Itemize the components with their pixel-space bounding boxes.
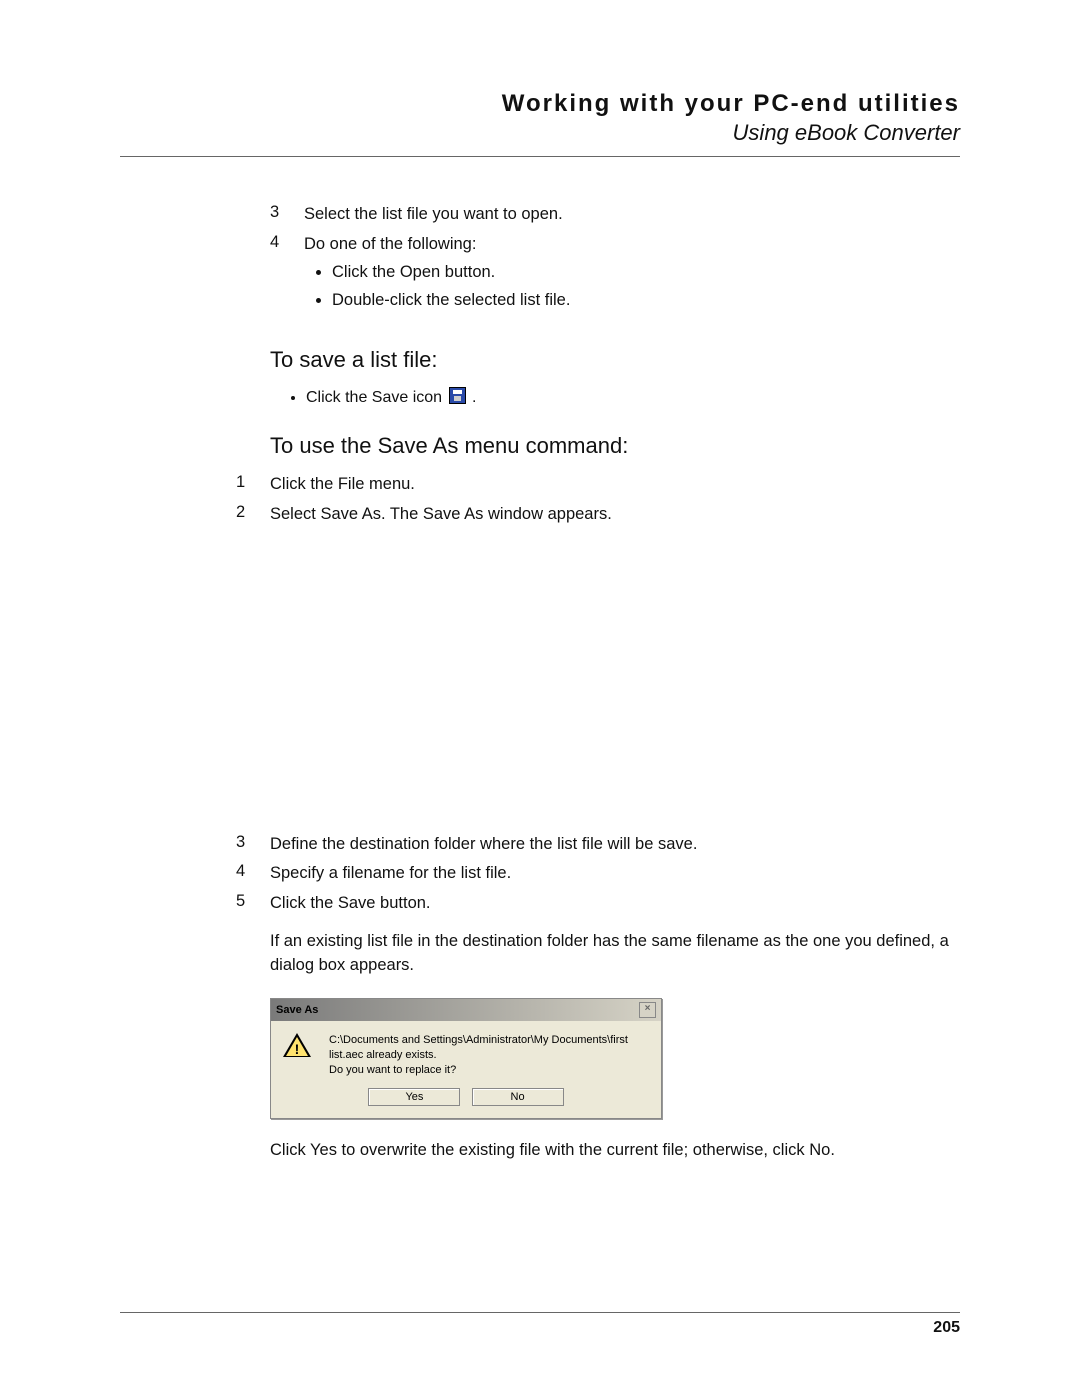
step-number: 2	[236, 503, 270, 533]
bullet-item: Double-click the selected list file.	[332, 289, 960, 317]
warning-icon: !	[283, 1033, 329, 1078]
step-number: 5	[236, 892, 270, 922]
paragraph-after-step5: If an existing list file in the destinat…	[270, 930, 960, 978]
figure-placeholder-gap	[270, 533, 960, 833]
page-header: Working with your PC-end utilities Using…	[120, 90, 960, 157]
numbered-list-c: 3 Define the destination folder where th…	[236, 833, 926, 923]
bullet-item: Click the Open button.	[332, 261, 960, 289]
step-text: Click the Save button.	[270, 892, 926, 922]
dialog-message-line1: C:\Documents and Settings\Administrator\…	[329, 1033, 649, 1063]
step-text: Select Save As. The Save As window appea…	[270, 503, 926, 533]
numbered-list-a: 3 Select the list file you want to open.…	[270, 203, 960, 325]
step-number: 3	[270, 203, 304, 233]
paragraph-after-dialog: Click Yes to overwrite the existing file…	[270, 1139, 960, 1163]
step-text: Specify a filename for the list file.	[270, 862, 926, 892]
save-bullets: Click the Save icon .	[278, 387, 960, 411]
save-bullet-pre: Click the Save icon	[306, 389, 447, 406]
bullet-item: Click the Save icon .	[306, 387, 960, 411]
step-number: 3	[236, 833, 270, 863]
page-footer: 205	[120, 1312, 960, 1337]
header-subtitle: Using eBook Converter	[120, 120, 960, 146]
dialog-titlebar: Save As ×	[271, 999, 661, 1021]
section-heading-save: To save a list file:	[270, 347, 960, 373]
close-icon[interactable]: ×	[639, 1002, 656, 1018]
dialog-message: C:\Documents and Settings\Administrator\…	[329, 1033, 649, 1078]
step-number: 1	[236, 473, 270, 503]
saveas-dialog: Save As × ! C:\Documents and Settings\Ad…	[270, 998, 662, 1119]
step-text-inner: Do one of the following:	[304, 235, 476, 253]
yes-button[interactable]: Yes	[368, 1088, 460, 1106]
no-button[interactable]: No	[472, 1088, 564, 1106]
save-bullet-post: .	[472, 389, 476, 406]
step-text: Do one of the following: Click the Open …	[304, 233, 960, 325]
step-number: 4	[270, 233, 304, 325]
dialog-message-line2: Do you want to replace it?	[329, 1063, 649, 1078]
step-text: Define the destination folder where the …	[270, 833, 926, 863]
step-text: Select the list file you want to open.	[304, 203, 960, 233]
page-number: 205	[933, 1319, 960, 1336]
step-number: 4	[236, 862, 270, 892]
numbered-list-b: 1 Click the File menu. 2 Select Save As.…	[236, 473, 926, 533]
step-text: Click the File menu.	[270, 473, 926, 503]
save-icon	[449, 387, 466, 404]
dialog-title-text: Save As	[276, 1004, 318, 1016]
sub-bullets: Click the Open button. Double-click the …	[304, 261, 960, 317]
header-title: Working with your PC-end utilities	[120, 90, 960, 118]
section-heading-saveas: To use the Save As menu command:	[270, 433, 960, 459]
